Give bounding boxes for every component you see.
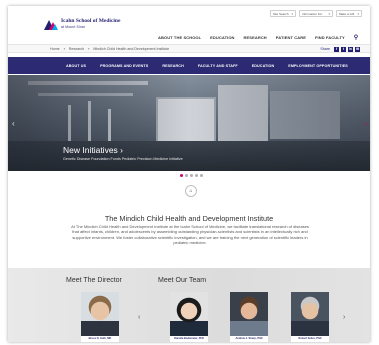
- nav-education[interactable]: EDUCATION: [210, 35, 234, 40]
- member-name: Daniela Bodemeier, PhD: [170, 336, 208, 342]
- share-label: Share: [320, 47, 330, 51]
- institute-subnav: ABOUT US PROGRAMS AND EVENTS RESEARCH FA…: [8, 57, 370, 74]
- team-member-photo: [230, 292, 268, 342]
- hero-title[interactable]: New Initiatives ›: [63, 145, 123, 155]
- breadcrumb-research[interactable]: Research: [69, 47, 84, 51]
- breadcrumb-bar: Home › Research › Mindich Child Health a…: [8, 44, 370, 53]
- director-photo: [81, 292, 119, 342]
- team-member-card[interactable]: Robert Sebra, PhD: [291, 292, 329, 342]
- chevron-right-icon: ›: [63, 47, 65, 51]
- team-member-card[interactable]: Daniela Bodemeier, PhD: [170, 292, 208, 342]
- carousel-dot[interactable]: [185, 174, 188, 177]
- nav-research[interactable]: RESEARCH: [244, 35, 267, 40]
- mountain-logo-icon: [44, 18, 58, 30]
- carousel-indicators: [180, 174, 203, 177]
- team-member-photo: [170, 292, 208, 342]
- information-for-select[interactable]: Information For ▾: [299, 10, 333, 17]
- member-name: Andrew J. Sharp, PhD: [230, 336, 268, 342]
- subnav-employment-opportunities[interactable]: EMPLOYMENT OPPORTUNITIES: [288, 64, 348, 68]
- director-card[interactable]: Bruce D. Gelb, MD: [81, 292, 119, 342]
- chevron-down-icon: ▾: [328, 11, 330, 16]
- institute-emblem-icon: ⌂: [185, 185, 197, 197]
- email-icon[interactable]: ✉: [355, 46, 360, 52]
- nav-about-the-school[interactable]: ABOUT THE SCHOOL: [158, 35, 201, 40]
- carousel-dot[interactable]: [200, 174, 203, 177]
- site-search-select[interactable]: Site Search ▾: [270, 10, 296, 17]
- make-a-gift-label: Make a Gift: [339, 11, 355, 16]
- team-member-card[interactable]: Andrew J. Sharp, PhD: [230, 292, 268, 342]
- team-next-arrow-icon[interactable]: ›: [343, 314, 345, 321]
- breadcrumb-current: Mindich Child Health and Development Ins…: [93, 47, 170, 51]
- breadcrumb-home[interactable]: Home: [50, 47, 60, 51]
- search-icon[interactable]: ⚲: [354, 34, 359, 41]
- school-logo[interactable]: Icahn School of Medicine at Mount Sinai: [44, 18, 120, 30]
- carousel-dot[interactable]: [195, 174, 198, 177]
- team-section: Meet The Director Meet Our Team Bruce D.…: [8, 268, 370, 342]
- site-search-label: Site Search: [273, 11, 289, 16]
- carousel-dot[interactable]: [180, 174, 183, 177]
- member-name: Bruce D. Gelb, MD: [81, 336, 119, 342]
- member-name: Robert Sebra, PhD: [291, 336, 329, 342]
- chevron-down-icon: ▾: [291, 11, 293, 16]
- team-member-photo: [291, 292, 329, 342]
- linkedin-icon[interactable]: in: [348, 46, 353, 52]
- logo-line-2: at Mount Sinai: [61, 24, 85, 29]
- subnav-about-us[interactable]: ABOUT US: [66, 64, 86, 68]
- logo-line-1: Icahn School of Medicine: [61, 18, 121, 25]
- share-bar: Share f t in ✉: [320, 46, 360, 52]
- carousel-dot[interactable]: [190, 174, 193, 177]
- chevron-down-icon: ▾: [357, 11, 359, 16]
- team-prev-arrow-icon[interactable]: ‹: [138, 314, 140, 321]
- subnav-programs-and-events[interactable]: PROGRAMS AND EVENTS: [100, 64, 148, 68]
- facebook-icon[interactable]: f: [334, 46, 339, 52]
- subnav-faculty-and-staff[interactable]: FACULTY AND STAFF: [198, 64, 238, 68]
- institute-description: At The Mindich Child Health and Developm…: [71, 224, 309, 246]
- breadcrumb: Home › Research › Mindich Child Health a…: [50, 47, 169, 51]
- make-a-gift-select[interactable]: Make a Gift ▾: [336, 10, 362, 17]
- subnav-education[interactable]: EDUCATION: [252, 64, 275, 68]
- hero-carousel[interactable]: ‹ › New Initiatives › Genetic Disease Fo…: [8, 75, 370, 171]
- hero-subtitle[interactable]: Genetic Disease Foundation Funds Pediatr…: [63, 157, 183, 161]
- utility-bar: Site Search ▾ Information For ▾ Make a G…: [270, 10, 362, 17]
- director-heading: Meet The Director: [66, 277, 122, 284]
- team-heading: Meet Our Team: [158, 277, 207, 284]
- nav-find-faculty[interactable]: FIND FACULTY: [315, 35, 345, 40]
- information-for-label: Information For: [302, 11, 323, 16]
- carousel-prev-arrow-icon[interactable]: ‹: [12, 119, 15, 128]
- nav-patient-care[interactable]: PATIENT CARE: [276, 35, 306, 40]
- browser-page: Site Search ▾ Information For ▾ Make a G…: [8, 6, 370, 342]
- chevron-right-icon: ›: [88, 47, 90, 51]
- carousel-next-arrow-icon[interactable]: ›: [364, 119, 367, 128]
- twitter-icon[interactable]: t: [341, 46, 346, 52]
- institute-title: The Mindich Child Health and Development…: [104, 214, 274, 223]
- subnav-research[interactable]: RESEARCH: [162, 64, 184, 68]
- main-nav: ABOUT THE SCHOOL EDUCATION RESEARCH PATI…: [158, 34, 358, 41]
